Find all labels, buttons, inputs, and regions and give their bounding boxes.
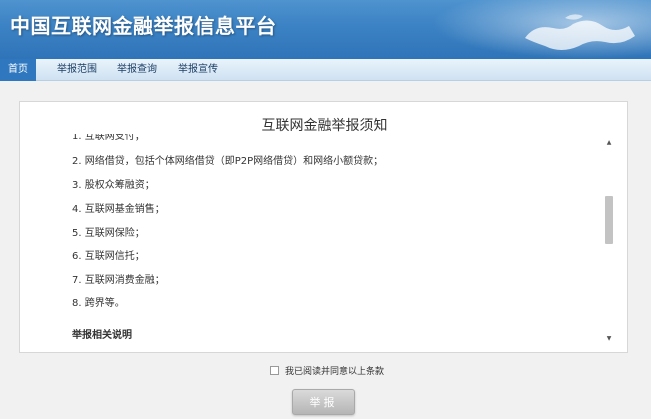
notice-item: 3. 股权众筹融资；	[72, 180, 155, 191]
scroll-up-arrow-icon[interactable]: ▲	[604, 138, 614, 148]
header-banner: 中国互联网金融举报信息平台	[0, 0, 651, 59]
notice-item: 2. 网络借贷，包括个体网络借贷（即P2P网络借贷）和网络小额贷款；	[72, 156, 384, 167]
world-map-graphic	[525, 14, 635, 50]
notice-title: 互联网金融举报须知	[261, 118, 388, 134]
notice-item: 4. 互联网基金销售；	[72, 204, 165, 215]
notice-section-heading: 举报相关说明	[72, 330, 132, 341]
notice-item: 7. 互联网消费金融；	[72, 275, 165, 286]
notice-panel: 互联网金融举报须知 1. 互联网支付； 2. 网络借贷，包括个体网络借贷（即P2…	[19, 101, 628, 353]
agree-checkbox[interactable]	[270, 365, 279, 375]
main-nav: 首页 举报范围 举报查询 举报宣传	[0, 59, 651, 81]
nav-item-report-scope[interactable]: 举报范围	[57, 59, 97, 81]
page-title: 中国互联网金融举报信息平台	[10, 14, 277, 38]
nav-item-report-publicity[interactable]: 举报宣传	[178, 59, 218, 81]
notice-scroll-area[interactable]: 1. 互联网支付； 2. 网络借贷，包括个体网络借贷（即P2P网络借贷）和网络小…	[72, 134, 594, 346]
notice-item: 8. 跨界等。	[72, 298, 125, 309]
nav-item-report-query[interactable]: 举报查询	[117, 59, 157, 81]
report-button[interactable]: 举报	[292, 389, 355, 415]
notice-scrollbar[interactable]: ▲ ▼	[604, 138, 614, 344]
nav-item-home[interactable]: 首页	[0, 59, 36, 81]
agreement-row: 我已阅读并同意以上条款	[270, 364, 384, 377]
scroll-down-arrow-icon[interactable]: ▼	[604, 334, 614, 344]
scroll-thumb[interactable]	[605, 196, 613, 244]
notice-item: 6. 互联网信托；	[72, 251, 145, 262]
notice-item-partial: 1. 互联网支付；	[72, 134, 145, 142]
notice-item: 5. 互联网保险；	[72, 228, 145, 239]
agree-label[interactable]: 我已阅读并同意以上条款	[285, 364, 384, 377]
